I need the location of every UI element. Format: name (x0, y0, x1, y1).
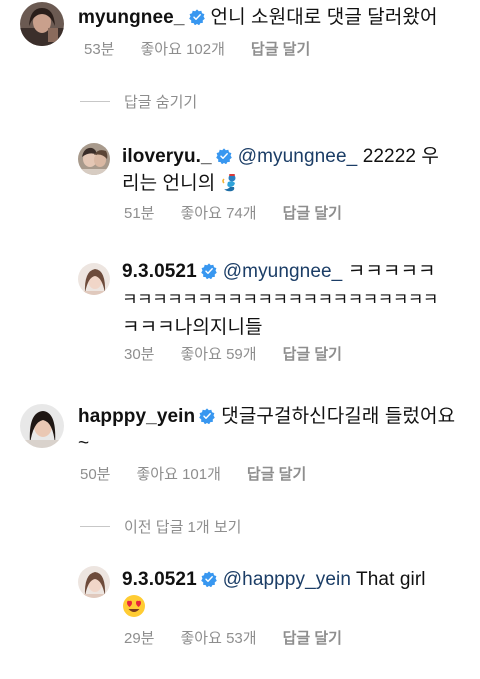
reply-text-cont: 리는 언니의 (122, 173, 216, 194)
mention-link[interactable]: @myungnee_ (238, 146, 358, 167)
likes-count[interactable]: 좋아요 53개 (181, 630, 257, 647)
timestamp: 50분 (80, 466, 111, 483)
comment-meta: 53분 좋아요 102개 답글 달기 (84, 38, 336, 59)
verified-badge-icon (216, 148, 232, 164)
verified-badge-icon (201, 571, 217, 587)
likes-count[interactable]: 좋아요 102개 (141, 41, 225, 58)
avatar[interactable] (78, 566, 110, 598)
heart-eyes-emoji-icon (122, 594, 146, 618)
view-previous-replies-button[interactable]: 이전 답글 1개 보기 (80, 516, 241, 537)
reply-text-cont: ㅋㅋㅋ나의지니들 (122, 317, 263, 338)
reply-button[interactable]: 답글 달기 (283, 346, 342, 363)
avatar[interactable] (78, 263, 110, 295)
reply-body: iloveryu._ @myungnee_ 22222 우 리는 언니의 (122, 143, 462, 197)
comment-body: happpy_yein 댓글구걸하신다길래 들렀어요 ~ (78, 403, 468, 457)
reply-button[interactable]: 답글 달기 (247, 466, 306, 483)
mention-link[interactable]: @happpy_yein (223, 569, 351, 590)
timestamp: 53분 (84, 41, 115, 58)
timestamp: 51분 (124, 205, 155, 222)
hide-replies-button[interactable]: 답글 숨기기 (80, 91, 197, 112)
hide-replies-label: 답글 숨기기 (124, 94, 198, 111)
likes-count[interactable]: 좋아요 101개 (137, 466, 221, 483)
reply-meta: 29분 좋아요 53개 답글 달기 (124, 627, 368, 648)
comment-meta: 50분 좋아요 101개 답글 달기 (80, 463, 332, 484)
reply-text: 22222 우 (357, 146, 439, 167)
thread-line (80, 526, 110, 527)
comment-text-cont: ~ (78, 433, 90, 454)
avatar[interactable] (78, 143, 110, 175)
verified-badge-icon (189, 9, 205, 25)
reply-text-cont: ㅋㅋㅋㅋㅋㅋㅋㅋㅋㅋㅋㅋㅋㅋㅋㅋㅋㅋㅋㅋㅋ (122, 290, 438, 309)
timestamp: 30분 (124, 346, 155, 363)
verified-badge-icon (201, 263, 217, 279)
comment-text: 댓글구걸하신다길래 들렀어요 (221, 406, 456, 427)
genie-emoji-icon (221, 173, 241, 193)
reply-text: That girl (351, 569, 426, 590)
likes-count[interactable]: 좋아요 74개 (181, 205, 257, 222)
likes-count[interactable]: 좋아요 59개 (181, 346, 257, 363)
thread-line (80, 101, 110, 102)
reply-body: 9.3.0521 @happpy_yein That girl (122, 565, 467, 623)
view-previous-label: 이전 답글 1개 보기 (124, 519, 242, 536)
username[interactable]: happpy_yein (78, 406, 195, 427)
verified-badge-icon (199, 408, 215, 424)
reply-meta: 51분 좋아요 74개 답글 달기 (124, 202, 368, 223)
avatar[interactable] (20, 404, 64, 448)
reply-meta: 30분 좋아요 59개 답글 달기 (124, 343, 368, 364)
reply-button[interactable]: 답글 달기 (283, 205, 342, 222)
timestamp: 29분 (124, 630, 155, 647)
username[interactable]: 9.3.0521 (122, 569, 197, 590)
avatar[interactable] (20, 2, 64, 46)
username[interactable]: 9.3.0521 (122, 261, 197, 282)
reply-button[interactable]: 답글 달기 (283, 630, 342, 647)
username[interactable]: iloveryu._ (122, 146, 212, 167)
reply-body: 9.3.0521 @myungnee_ ㅋㅋㅋㅋㅋ ㅋㅋㅋㅋㅋㅋㅋㅋㅋㅋㅋㅋㅋㅋㅋ… (122, 258, 467, 342)
comment-text: 언니 소원대로 댓글 달러왔어 (210, 7, 438, 28)
comment-body: myungnee_ 언니 소원대로 댓글 달러왔어 (78, 4, 438, 31)
username[interactable]: myungnee_ (78, 7, 185, 28)
reply-text: ㅋㅋㅋㅋㅋ (342, 261, 436, 282)
mention-link[interactable]: @myungnee_ (223, 261, 343, 282)
reply-button[interactable]: 답글 달기 (251, 41, 310, 58)
